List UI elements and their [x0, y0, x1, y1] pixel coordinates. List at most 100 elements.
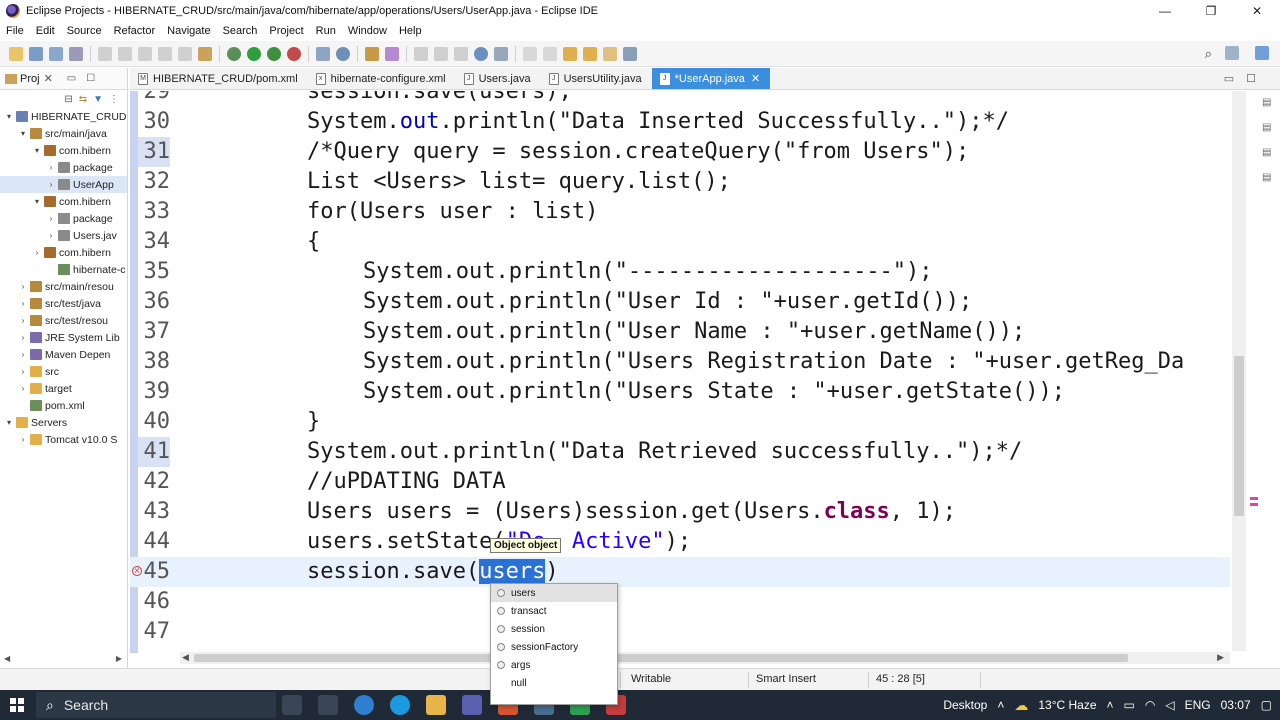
chevron-right-icon[interactable]: › [18, 299, 28, 308]
chevron-right-icon[interactable]: › [18, 333, 28, 342]
maximize-button[interactable]: ❐ [1188, 0, 1234, 22]
new-java-project-icon[interactable] [336, 46, 350, 61]
wifi-icon[interactable]: ◠ [1145, 698, 1155, 712]
search-icon[interactable]: ⌕ [1205, 46, 1212, 62]
tree-item[interactable]: ▾ Servers [0, 414, 127, 431]
suspend-icon[interactable] [138, 46, 152, 61]
chevron-up-icon[interactable]: ˄ [997, 698, 1004, 712]
editor-tab[interactable]: J UsersUtility.java [541, 68, 652, 89]
chevron-right-icon[interactable]: › [18, 350, 28, 359]
console-icon[interactable]: ▤ [1262, 147, 1271, 158]
code-line[interactable]: 34 { [130, 227, 1230, 257]
menu-source[interactable]: Source [61, 25, 108, 37]
save-icon[interactable] [29, 46, 43, 61]
code-line[interactable]: 30 System.out.println("Data Inserted Succ… [130, 107, 1230, 137]
chevron-right-icon[interactable]: › [46, 163, 56, 172]
assist-item[interactable]: sessionFactory [491, 638, 617, 656]
file-explorer-icon[interactable] [426, 695, 446, 715]
eclipse-task-icon[interactable] [462, 695, 482, 715]
chevron-right-icon[interactable]: › [46, 214, 56, 223]
link-editor-icon[interactable]: ⇆ [79, 94, 87, 105]
menu-project[interactable]: Project [263, 25, 309, 37]
run-icon[interactable] [247, 46, 261, 61]
menu-refactor[interactable]: Refactor [108, 25, 162, 37]
scroll-right-icon[interactable]: ▶ [1217, 652, 1224, 663]
search-tool-icon[interactable] [385, 46, 399, 61]
close-icon[interactable]: ✕ [44, 72, 53, 85]
tree-item[interactable]: ▾ com.hibern [0, 193, 127, 210]
error-icon[interactable]: × [132, 566, 142, 576]
resume-icon[interactable] [118, 46, 132, 61]
chevron-right-icon[interactable]: › [18, 435, 28, 444]
tree-item[interactable]: › src [0, 363, 127, 380]
step-icon[interactable] [198, 46, 212, 61]
editor-tab[interactable]: J Users.java [456, 68, 541, 89]
tree-item[interactable]: › target [0, 380, 127, 397]
code-line[interactable]: 44 users.setState("De Active"); [130, 527, 1230, 557]
code-line[interactable]: 47 [130, 617, 1230, 647]
editor-vscrollbar[interactable] [1232, 91, 1246, 651]
code-line[interactable]: 37 System.out.println("User Name : "+user… [130, 317, 1230, 347]
scroll-left-icon[interactable]: ◀ [4, 654, 10, 663]
weather-icon[interactable]: ☁ [1014, 697, 1028, 714]
problems-icon[interactable]: ▤ [1262, 122, 1271, 133]
tree-item[interactable]: › com.hibern [0, 244, 127, 261]
editor-tab[interactable]: J *UserApp.java ✕ [651, 68, 771, 89]
last-edit-icon[interactable] [563, 46, 577, 61]
tree-item[interactable]: › src/test/resou [0, 312, 127, 329]
disconnect-icon[interactable] [178, 46, 192, 61]
language-label[interactable]: ENG [1185, 698, 1211, 712]
hscroll-thumb[interactable] [194, 654, 1128, 662]
assist-item[interactable]: null [491, 674, 617, 692]
assist-item[interactable]: args [491, 656, 617, 674]
outline-icon[interactable]: ▤ [1262, 97, 1271, 108]
code-line[interactable]: 46 [130, 587, 1230, 617]
code-line[interactable]: 29 session.save(users); [130, 91, 1230, 107]
chevron-right-icon[interactable]: › [18, 367, 28, 376]
menu-edit[interactable]: Edit [30, 25, 61, 37]
taskbar-search[interactable]: ⌕ Search [36, 692, 276, 718]
chevron-right-icon[interactable]: › [46, 180, 56, 189]
code-line[interactable]: 36 System.out.println("User Id : "+user.g… [130, 287, 1230, 317]
chevron-up-icon[interactable]: ˄ [1107, 698, 1114, 712]
explorer-hscrollbar[interactable]: ◀ ▶ [0, 652, 126, 664]
tasks-icon[interactable]: ▤ [1262, 172, 1271, 183]
editor-hscrollbar[interactable]: ◀ ▶ [180, 652, 1230, 664]
code-line[interactable]: 33 for(Users user : list) [130, 197, 1230, 227]
start-button[interactable] [10, 698, 24, 712]
maximize-editor-icon[interactable]: ☐ [1246, 72, 1256, 85]
skip-breakpoints-icon[interactable] [98, 46, 112, 61]
new-icon[interactable] [9, 46, 23, 61]
chevron-right-icon[interactable]: › [46, 231, 56, 240]
tree-item[interactable]: › src/main/resou [0, 278, 127, 295]
code-line[interactable]: 43 Users users = (Users)session.get(Users… [130, 497, 1230, 527]
chevron-right-icon[interactable]: › [18, 384, 28, 393]
globe-icon[interactable] [474, 46, 488, 61]
tree-item[interactable]: › package [0, 210, 127, 227]
editor-tab[interactable]: M HIBERNATE_CRUD/pom.xml [130, 68, 308, 89]
minimize-view-icon[interactable]: ▭ [67, 73, 76, 84]
chevron-down-icon[interactable]: ▾ [18, 129, 28, 138]
tree-item[interactable]: › Tomcat v10.0 S [0, 431, 127, 448]
code-line[interactable]: 35 System.out.println("------------------… [130, 257, 1230, 287]
new-server-icon[interactable] [316, 46, 330, 61]
tree-item[interactable]: › UserApp [0, 176, 127, 193]
code-line[interactable]: 42 //uPDATING DATA [130, 467, 1230, 497]
widgets-icon[interactable] [318, 695, 338, 715]
debug-icon[interactable] [227, 46, 241, 61]
minimize-editor-icon[interactable]: ▭ [1224, 72, 1234, 85]
assist-item[interactable]: session [491, 620, 617, 638]
browser-icon[interactable] [390, 695, 410, 715]
error-marker[interactable] [1250, 503, 1258, 506]
external-tools-icon[interactable] [287, 46, 301, 61]
tree-item[interactable]: ▾ src/main/java [0, 125, 127, 142]
tree-item[interactable]: › Maven Depen [0, 346, 127, 363]
scroll-left-icon[interactable]: ◀ [182, 652, 189, 663]
open-type-icon[interactable] [365, 46, 379, 61]
open-perspective-icon[interactable] [623, 46, 637, 61]
print-icon[interactable] [69, 46, 83, 61]
editor-tab[interactable]: x hibernate-configure.xml [308, 68, 456, 89]
desktop-label[interactable]: Desktop [943, 698, 987, 712]
forward-icon[interactable] [603, 46, 617, 61]
code-line[interactable]: 41 System.out.println("Data Retrieved suc… [130, 437, 1230, 467]
